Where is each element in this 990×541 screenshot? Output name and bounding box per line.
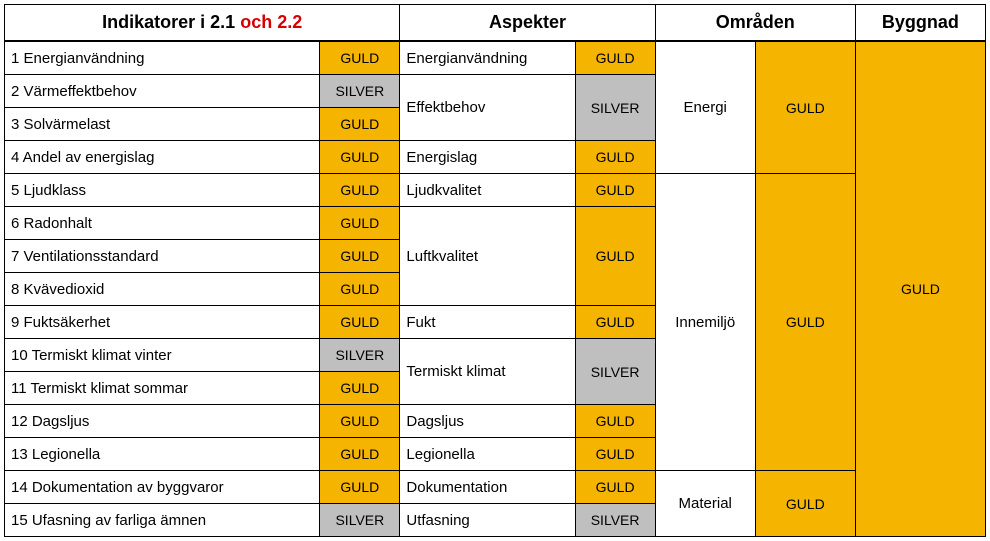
aspect-badge: SILVER bbox=[575, 504, 655, 537]
indicator-badge: SILVER bbox=[320, 504, 400, 537]
indicator-badge: GULD bbox=[320, 141, 400, 174]
indicator-badge: GULD bbox=[320, 41, 400, 75]
aspect-label: Effektbehov bbox=[400, 75, 575, 141]
aspect-badge: GULD bbox=[575, 207, 655, 306]
aspect-label: Energislag bbox=[400, 141, 575, 174]
col-header-byggnad: Byggnad bbox=[855, 5, 985, 42]
aspect-badge: GULD bbox=[575, 438, 655, 471]
col-header-indikatorer-prefix: Indikatorer i 2.1 bbox=[102, 12, 240, 32]
indicator-label: 11 Termiskt klimat sommar bbox=[5, 372, 320, 405]
indicator-label: 8 Kvävedioxid bbox=[5, 273, 320, 306]
indicator-badge: GULD bbox=[320, 372, 400, 405]
col-header-indikatorer-suffix: och 2.2 bbox=[240, 12, 302, 32]
col-header-indikatorer: Indikatorer i 2.1 och 2.2 bbox=[5, 5, 400, 42]
col-header-aspekter: Aspekter bbox=[400, 5, 655, 42]
indicator-label: 4 Andel av energislag bbox=[5, 141, 320, 174]
indicator-label: 2 Värmeffektbehov bbox=[5, 75, 320, 108]
building-badge: GULD bbox=[855, 41, 985, 537]
aspect-label: Utfasning bbox=[400, 504, 575, 537]
area-label: Energi bbox=[655, 41, 755, 174]
aspect-badge: GULD bbox=[575, 141, 655, 174]
table-header-row: Indikatorer i 2.1 och 2.2 Aspekter Områd… bbox=[5, 5, 986, 42]
indicator-badge: GULD bbox=[320, 108, 400, 141]
indicator-badge: GULD bbox=[320, 207, 400, 240]
area-label: Material bbox=[655, 471, 755, 537]
indicator-badge: GULD bbox=[320, 240, 400, 273]
indicator-label: 9 Fuktsäkerhet bbox=[5, 306, 320, 339]
table-body: 1 EnergianvändningGULDEnergianvändningGU… bbox=[5, 41, 986, 537]
aspect-label: Dokumentation bbox=[400, 471, 575, 504]
aspect-label: Energianvändning bbox=[400, 41, 575, 75]
aspect-badge: GULD bbox=[575, 174, 655, 207]
aspect-badge: GULD bbox=[575, 306, 655, 339]
rating-table: Indikatorer i 2.1 och 2.2 Aspekter Områd… bbox=[4, 4, 986, 537]
aspect-badge: SILVER bbox=[575, 339, 655, 405]
indicator-badge: SILVER bbox=[320, 75, 400, 108]
aspect-label: Luftkvalitet bbox=[400, 207, 575, 306]
indicator-label: 15 Ufasning av farliga ämnen bbox=[5, 504, 320, 537]
area-badge: GULD bbox=[755, 41, 855, 174]
indicator-label: 12 Dagsljus bbox=[5, 405, 320, 438]
indicator-badge: GULD bbox=[320, 438, 400, 471]
indicator-badge: GULD bbox=[320, 405, 400, 438]
aspect-badge: GULD bbox=[575, 405, 655, 438]
indicator-label: 3 Solvärmelast bbox=[5, 108, 320, 141]
aspect-label: Ljudkvalitet bbox=[400, 174, 575, 207]
aspect-label: Dagsljus bbox=[400, 405, 575, 438]
aspect-badge: SILVER bbox=[575, 75, 655, 141]
table-row: 14 Dokumentation av byggvarorGULDDokumen… bbox=[5, 471, 986, 504]
indicator-badge: GULD bbox=[320, 273, 400, 306]
indicator-label: 10 Termiskt klimat vinter bbox=[5, 339, 320, 372]
indicator-label: 6 Radonhalt bbox=[5, 207, 320, 240]
aspect-label: Termiskt klimat bbox=[400, 339, 575, 405]
area-badge: GULD bbox=[755, 471, 855, 537]
indicator-label: 7 Ventilationsstandard bbox=[5, 240, 320, 273]
aspect-badge: GULD bbox=[575, 41, 655, 75]
table-row: 5 LjudklassGULDLjudkvalitetGULDInnemiljö… bbox=[5, 174, 986, 207]
area-badge: GULD bbox=[755, 174, 855, 471]
table-row: 1 EnergianvändningGULDEnergianvändningGU… bbox=[5, 41, 986, 75]
indicator-badge: GULD bbox=[320, 306, 400, 339]
indicator-label: 5 Ljudklass bbox=[5, 174, 320, 207]
indicator-label: 13 Legionella bbox=[5, 438, 320, 471]
aspect-badge: GULD bbox=[575, 471, 655, 504]
aspect-label: Fukt bbox=[400, 306, 575, 339]
indicator-label: 1 Energianvändning bbox=[5, 41, 320, 75]
indicator-badge: GULD bbox=[320, 174, 400, 207]
aspect-label: Legionella bbox=[400, 438, 575, 471]
indicator-badge: GULD bbox=[320, 471, 400, 504]
area-label: Innemiljö bbox=[655, 174, 755, 471]
indicator-badge: SILVER bbox=[320, 339, 400, 372]
indicator-label: 14 Dokumentation av byggvaror bbox=[5, 471, 320, 504]
col-header-omraden: Områden bbox=[655, 5, 855, 42]
